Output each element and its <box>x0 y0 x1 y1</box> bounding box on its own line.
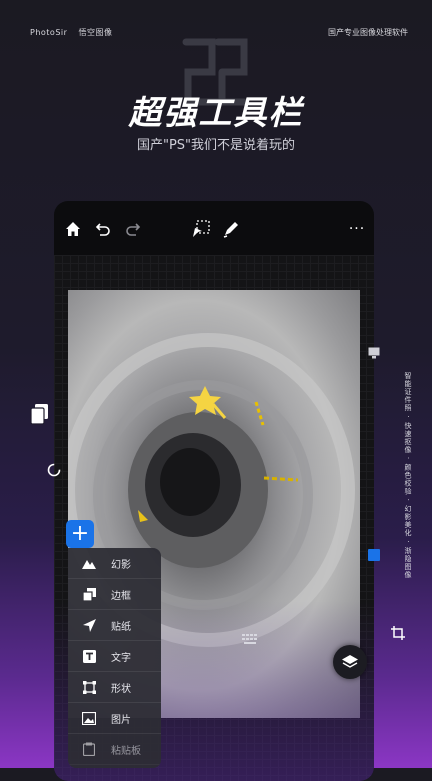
brush-icon[interactable] <box>220 218 242 240</box>
menu-item-sticker[interactable]: 贴纸 <box>68 610 161 641</box>
monitor-icon[interactable] <box>368 347 380 359</box>
loading-icon <box>47 463 61 477</box>
undo-icon[interactable] <box>92 218 114 240</box>
copy-icon[interactable] <box>30 403 50 425</box>
brand-name: PhotoSir <box>30 28 68 37</box>
sticker-arrow-icon <box>81 617 97 633</box>
layers-icon <box>342 655 358 668</box>
editor-toolbar: ··· <box>54 201 374 255</box>
menu-item-phantom[interactable]: 幻影 <box>68 548 161 579</box>
menu-item-label: 贴纸 <box>111 621 131 633</box>
add-button[interactable]: + <box>66 520 94 548</box>
redo-icon[interactable] <box>122 218 144 240</box>
color-indicator[interactable] <box>368 549 380 561</box>
brand-sub: 悟空图像 <box>78 28 113 37</box>
image-icon <box>81 710 97 726</box>
menu-item-label: 幻影 <box>111 559 131 571</box>
more-icon[interactable]: ··· <box>346 218 368 240</box>
feature-caption: 智能证件照 · 快速抠像 · 颜色校验 · 幻影美化 · 渐隐图像 <box>404 372 412 579</box>
menu-item-text[interactable]: 文字 <box>68 641 161 672</box>
subline: 国产"PS"我们不是说着玩的 <box>136 138 296 153</box>
menu-item-shape[interactable]: 形状 <box>68 672 161 703</box>
tool-menu: 幻影 边框 贴纸 文字 形状 图片 粘贴板 <box>68 548 161 768</box>
crop-icon[interactable] <box>391 626 405 640</box>
selection-icon[interactable] <box>190 218 212 240</box>
top-tagline: 国产专业图像处理软件 <box>328 28 408 37</box>
menu-item-label: 形状 <box>111 683 131 695</box>
menu-item-label: 图片 <box>111 714 131 726</box>
menu-item-label: 边框 <box>111 590 131 602</box>
frame-icon <box>81 586 97 602</box>
home-icon[interactable] <box>62 218 84 240</box>
mountain-icon <box>81 555 97 571</box>
menu-item-label: 文字 <box>111 652 131 664</box>
keyboard-icon[interactable] <box>242 633 258 645</box>
headline: 超强工具栏 <box>128 93 304 132</box>
menu-item-image[interactable]: 图片 <box>68 703 161 734</box>
clipboard-icon <box>81 741 97 757</box>
brand: PhotoSir 悟空图像 <box>30 27 120 38</box>
shape-icon <box>81 679 97 695</box>
layers-button[interactable] <box>333 645 367 679</box>
menu-item-label: 粘贴板 <box>111 745 141 757</box>
menu-item-border[interactable]: 边框 <box>68 579 161 610</box>
text-icon <box>81 648 97 664</box>
menu-item-clipboard[interactable]: 粘贴板 <box>68 734 161 765</box>
